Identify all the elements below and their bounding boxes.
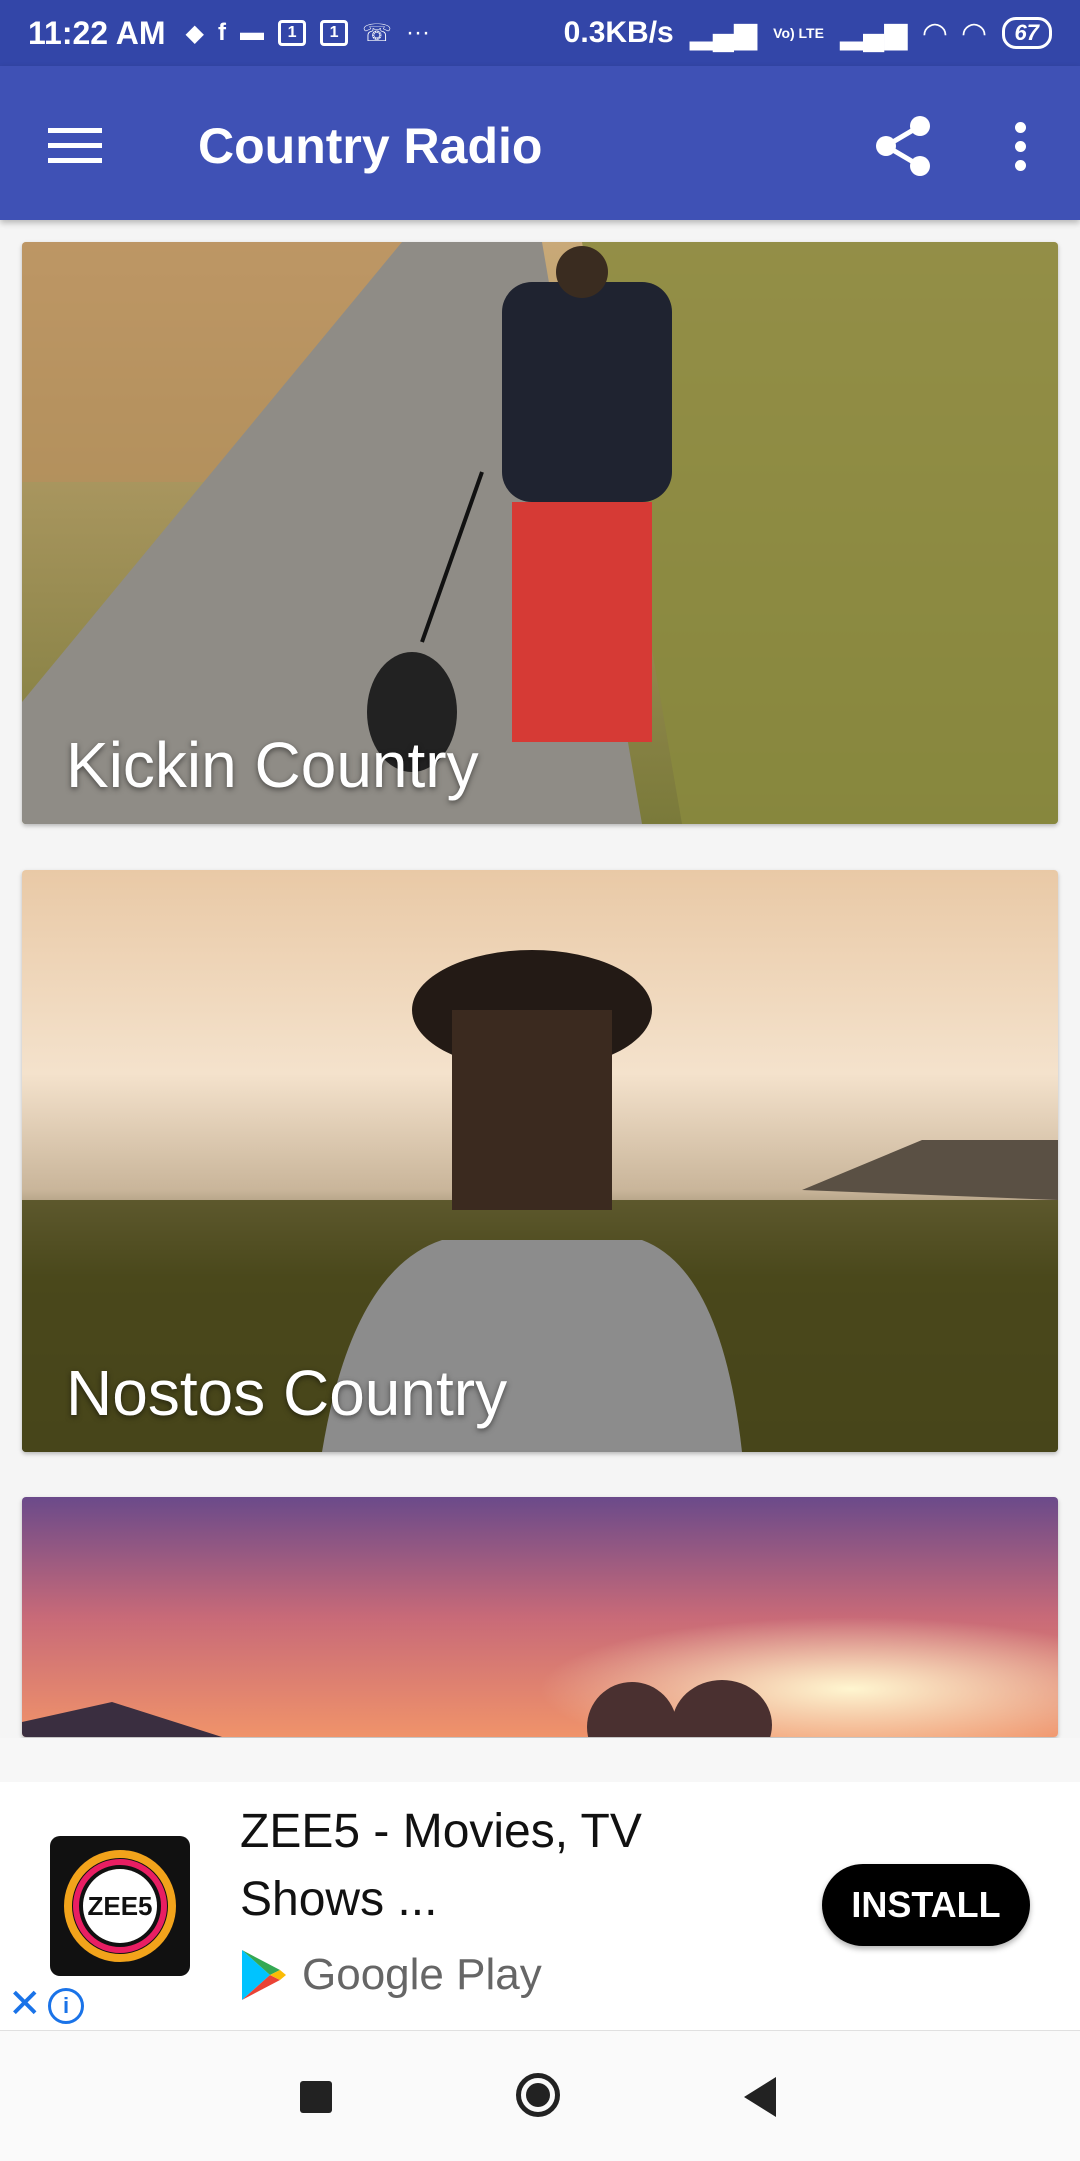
message-icon: ▬ [240, 19, 265, 46]
more-notifications-icon: ··· [406, 19, 431, 46]
app-notification-icon: ◆ [185, 19, 205, 47]
station-name: Nostos Country [66, 1357, 508, 1429]
station-card-kickin-country[interactable]: Kickin Country [22, 242, 1058, 824]
ad-title[interactable]: ZEE5 - Movies, TV Shows ... [240, 1798, 760, 1934]
calendar-icon: 1 [278, 20, 307, 46]
volte-label: Vo) LTE [773, 25, 824, 41]
calendar-icon: 1 [320, 20, 349, 46]
google-play-badge[interactable]: Google Play [240, 1948, 542, 2002]
share-icon[interactable] [872, 114, 936, 178]
station-image [22, 1497, 1058, 1737]
signal-icon: ▂▄▆ [839, 16, 908, 50]
station-card-nostos-country[interactable]: Nostos Country [22, 870, 1058, 1452]
missed-call-icon: ☏ [362, 19, 393, 47]
hamburger-menu-icon[interactable] [40, 116, 110, 176]
ad-divider [0, 1738, 1080, 1782]
network-speed: 0.3KB/s [563, 16, 674, 49]
info-icon[interactable]: i [48, 1988, 84, 2024]
page-title: Country Radio [198, 118, 543, 174]
battery-icon: 67 [1001, 17, 1052, 49]
signal-icon: ▂▄▆ [689, 16, 758, 50]
google-play-label: Google Play [302, 1950, 542, 1999]
back-button[interactable] [744, 2077, 776, 2117]
station-name: Kickin Country [66, 729, 479, 801]
install-button[interactable]: INSTALL [822, 1864, 1030, 1946]
close-icon[interactable]: ✕ [8, 1984, 42, 2024]
app-bar: Country Radio [0, 66, 1080, 220]
station-card[interactable] [22, 1497, 1058, 1737]
wifi-icon: ◠ [923, 16, 947, 50]
home-button[interactable] [516, 2073, 560, 2117]
ad-logo-text: ZEE5 [87, 1891, 152, 1921]
facebook-icon: f [218, 19, 227, 46]
ad-app-logo[interactable]: ZEE5 [50, 1836, 190, 1976]
wifi-icon: ◠ [962, 16, 986, 50]
google-play-icon [242, 1950, 286, 2000]
recents-button[interactable] [300, 2081, 332, 2113]
status-time: 11:22 AM [28, 14, 166, 51]
notification-icons: ◆ f ▬ 1 1 ☏ ··· [186, 19, 430, 48]
status-right: 0.3KB/s ▂▄▆ Vo) LTE ▂▄▆ ◠ ◠ 67 [564, 16, 1052, 51]
system-nav-bar [0, 2030, 1080, 2161]
overflow-menu-icon[interactable] [1000, 114, 1040, 178]
status-bar: 11:22 AM ◆ f ▬ 1 1 ☏ ··· 0.3KB/s ▂▄▆ Vo)… [0, 0, 1080, 66]
